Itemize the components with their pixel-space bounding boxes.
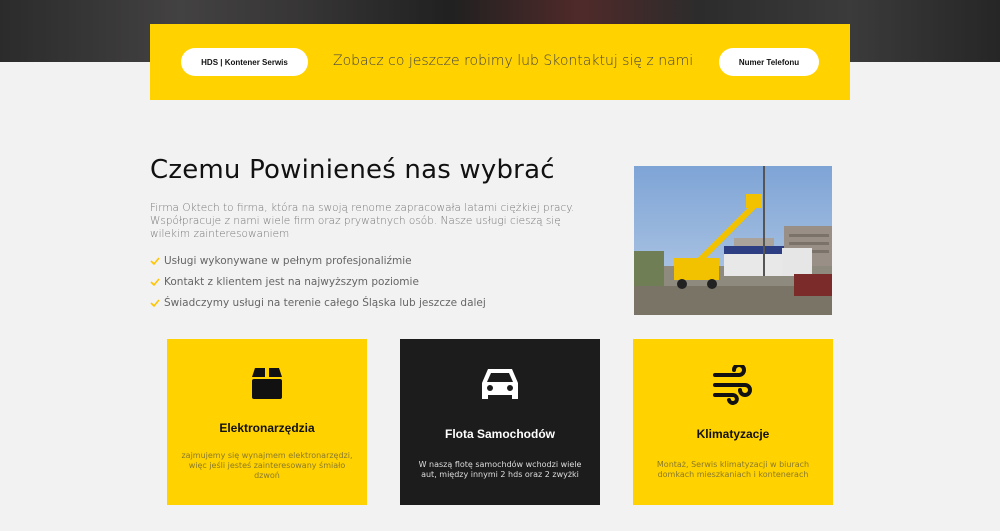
card-description: zajmujemy się wynajmem elektronarzędzi, … xyxy=(181,451,353,480)
list-item-label: Kontakt z klientem jest na najwyższym po… xyxy=(164,275,419,288)
check-icon xyxy=(150,277,160,286)
list-item: Świadczymy usługi na terenie całego Śląs… xyxy=(150,292,486,313)
card-elektronarzedzia[interactable]: Elektronarzędzia zajmujemy się wynajmem … xyxy=(167,339,367,505)
box-icon xyxy=(252,368,282,399)
card-description: Montaż, Serwis klimatyzacji w biurach do… xyxy=(656,460,810,479)
card-description: W naszą flotę samochdów wchodzi wiele au… xyxy=(418,460,582,479)
card-title: Klimatyzacje xyxy=(696,427,770,441)
car-icon xyxy=(482,369,518,399)
benefits-list: Usługi wykonywane w pełnym profesjonaliź… xyxy=(150,250,486,313)
list-item-label: Usługi wykonywane w pełnym profesjonaliź… xyxy=(164,254,412,267)
list-item: Usługi wykonywane w pełnym profesjonaliź… xyxy=(150,250,486,271)
check-icon xyxy=(150,298,160,307)
list-item: Kontakt z klientem jest na najwyższym po… xyxy=(150,271,486,292)
cta-bar: HDS | Kontener Serwis Zobacz co jeszcze … xyxy=(150,24,850,100)
list-item-label: Świadczymy usługi na terenie całego Śląs… xyxy=(164,296,486,309)
wind-icon xyxy=(713,365,752,405)
card-flota-samochodow[interactable]: Flota Samochodów W naszą flotę samochdów… xyxy=(400,339,600,505)
hds-kontener-serwis-button[interactable]: HDS | Kontener Serwis xyxy=(181,48,308,76)
check-icon xyxy=(150,256,160,265)
why-us-description: Firma Oktech to firma, która na swoją re… xyxy=(150,202,575,240)
phone-number-button[interactable]: Numer Telefonu xyxy=(719,48,819,76)
card-klimatyzacje[interactable]: Klimatyzacje Montaż, Serwis klimatyzacji… xyxy=(633,339,833,505)
card-title: Elektronarzędzia xyxy=(219,421,315,435)
why-us-title: Czemu Powinieneś nas wybrać xyxy=(150,155,555,185)
card-title: Flota Samochodów xyxy=(444,427,555,441)
aerial-lift-photo xyxy=(634,166,832,315)
cta-text: Zobacz co jeszcze robimy lub Skontaktuj … xyxy=(333,53,694,69)
